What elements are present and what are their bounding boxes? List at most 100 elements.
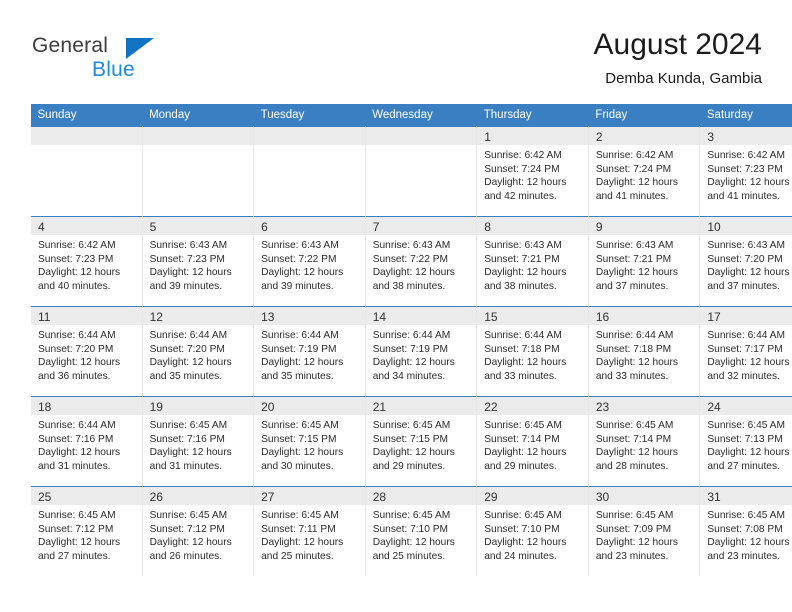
sunrise-text: Sunrise: 6:44 AM [707, 330, 785, 341]
day-number: 11 [38, 310, 51, 324]
sunrise-text: Sunrise: 6:44 AM [261, 330, 339, 341]
day-number: 15 [484, 310, 498, 324]
calendar-day-cell[interactable]: 29 Sunrise: 6:45 AM Sunset: 7:10 PM Dayligh… [476, 486, 589, 576]
calendar-day-cell[interactable]: 3 Sunrise: 6:42 AM Sunset: 7:23 PM Daylight… [699, 126, 792, 217]
calendar-day-cell[interactable]: 11 Sunrise: 6:44 AM Sunset: 7:20 PM Dayligh… [30, 306, 143, 397]
calendar-week-row: 4 Sunrise: 6:42 AM Sunset: 7:23 PM Daylight… [30, 216, 792, 307]
calendar-day-cell[interactable]: 2 Sunrise: 6:42 AM Sunset: 7:24 PM Daylight… [587, 126, 701, 217]
calendar-day-cell[interactable]: 19 Sunrise: 6:45 AM Sunset: 7:16 PM Dayligh… [141, 396, 255, 487]
day-number: 7 [372, 220, 380, 234]
day-details: Sunrise: 6:43 AM Sunset: 7:22 PM Daylight:… [366, 235, 477, 293]
day-number-band: 31 [700, 487, 792, 505]
day-number-band: 28 [365, 487, 477, 505]
calendar-day-cell[interactable]: 22 Sunrise: 6:45 AM Sunset: 7:14 PM Dayligh… [476, 396, 589, 487]
calendar-day-cell[interactable]: 21 Sunrise: 6:45 AM Sunset: 7:15 PM Dayligh… [364, 396, 478, 487]
day-number-band: 11 [31, 307, 142, 325]
day-number-band: 18 [31, 397, 142, 415]
daylight-text-line2: and 33 minutes. [484, 370, 557, 382]
day-cell-inner: 10 Sunrise: 6:43 AM Sunset: 7:20 PM Dayligh… [700, 217, 792, 306]
calendar-day-cell[interactable]: 17 Sunrise: 6:44 AM Sunset: 7:17 PM Dayligh… [699, 306, 792, 397]
daylight-text-line1: Daylight: 12 hours [372, 447, 455, 459]
day-number-band [31, 127, 142, 145]
calendar-day-cell[interactable]: 4 Sunrise: 6:42 AM Sunset: 7:23 PM Daylight… [30, 216, 143, 307]
calendar-day-cell[interactable]: 28 Sunrise: 6:45 AM Sunset: 7:10 PM Dayligh… [364, 486, 478, 576]
day-cell-inner: 16 Sunrise: 6:44 AM Sunset: 7:18 PM Dayligh… [588, 307, 700, 396]
day-number-band: 7 [365, 217, 477, 235]
daylight-text-line1: Daylight: 12 hours [261, 267, 344, 279]
day-details: Sunrise: 6:44 AM Sunset: 7:20 PM Daylight:… [143, 325, 254, 383]
calendar-day-cell[interactable]: 30 Sunrise: 6:45 AM Sunset: 7:09 PM Dayligh… [587, 486, 701, 576]
day-number-band: 22 [477, 397, 588, 415]
day-details: Sunrise: 6:42 AM Sunset: 7:23 PM Daylight:… [700, 145, 792, 203]
daylight-text-line2: and 41 minutes. [595, 190, 669, 202]
day-details: Sunrise: 6:44 AM Sunset: 7:18 PM Daylight:… [589, 325, 700, 383]
calendar-day-cell[interactable]: 12 Sunrise: 6:44 AM Sunset: 7:20 PM Dayligh… [141, 306, 255, 397]
calendar-day-cell[interactable]: 16 Sunrise: 6:44 AM Sunset: 7:18 PM Dayligh… [587, 306, 701, 397]
calendar-day-cell[interactable]: 8 Sunrise: 6:43 AM Sunset: 7:21 PM Daylight… [476, 216, 589, 307]
day-number: 31 [707, 490, 721, 504]
sunrise-text: Sunrise: 6:45 AM [484, 510, 562, 521]
calendar-day-cell[interactable]: 25 Sunrise: 6:45 AM Sunset: 7:12 PM Dayligh… [30, 486, 143, 576]
calendar-page: General Blue August 2024 Demba Kunda, Ga… [0, 0, 792, 612]
day-cell-inner: 21 Sunrise: 6:45 AM Sunset: 7:15 PM Dayligh… [365, 397, 477, 486]
daylight-text-line2: and 32 minutes. [707, 370, 780, 382]
calendar-day-cell[interactable]: 20 Sunrise: 6:45 AM Sunset: 7:15 PM Dayligh… [253, 396, 366, 487]
day-number-band: 26 [142, 487, 254, 505]
day-details: Sunrise: 6:45 AM Sunset: 7:09 PM Daylight:… [589, 505, 700, 563]
day-number-band: 9 [588, 217, 700, 235]
day-cell-inner [142, 127, 254, 216]
sunset-text: Sunset: 7:21 PM [484, 253, 560, 265]
weekday-header-thursday: Thursday [476, 104, 589, 127]
day-number: 4 [38, 220, 45, 234]
calendar-week-row: 18 Sunrise: 6:44 AM Sunset: 7:16 PM Dayligh… [30, 396, 792, 487]
calendar-day-cell[interactable]: 5 Sunrise: 6:43 AM Sunset: 7:23 PM Daylight… [141, 216, 255, 307]
weekday-header-friday: Friday [588, 104, 700, 127]
calendar-day-cell[interactable]: 31 Sunrise: 6:45 AM Sunset: 7:08 PM Dayligh… [699, 486, 792, 576]
calendar-day-cell[interactable]: 1 Sunrise: 6:42 AM Sunset: 7:24 PM Daylight… [476, 126, 589, 217]
calendar-day-cell[interactable]: 14 Sunrise: 6:44 AM Sunset: 7:19 PM Dayligh… [364, 306, 478, 397]
day-number-band: 4 [31, 217, 142, 235]
generalblue-logo[interactable]: General Blue [30, 26, 250, 86]
sunrise-text: Sunrise: 6:45 AM [707, 510, 785, 521]
calendar-day-cell[interactable]: 9 Sunrise: 6:43 AM Sunset: 7:21 PM Daylight… [587, 216, 701, 307]
calendar-day-cell[interactable]: 15 Sunrise: 6:44 AM Sunset: 7:18 PM Dayligh… [476, 306, 589, 397]
sunrise-text: Sunrise: 6:44 AM [38, 420, 116, 431]
sunrise-text: Sunrise: 6:45 AM [595, 510, 674, 521]
day-cell-inner: 22 Sunrise: 6:45 AM Sunset: 7:14 PM Dayligh… [477, 397, 588, 486]
daylight-text-line1: Daylight: 12 hours [484, 447, 567, 459]
calendar-day-cell[interactable]: 26 Sunrise: 6:45 AM Sunset: 7:12 PM Dayligh… [141, 486, 255, 576]
calendar-day-cell[interactable]: 18 Sunrise: 6:44 AM Sunset: 7:16 PM Dayligh… [30, 396, 143, 487]
day-details: Sunrise: 6:45 AM Sunset: 7:13 PM Daylight:… [700, 415, 792, 473]
calendar-day-cell[interactable]: 10 Sunrise: 6:43 AM Sunset: 7:20 PM Dayligh… [699, 216, 792, 307]
calendar-day-cell[interactable]: 6 Sunrise: 6:43 AM Sunset: 7:22 PM Daylight… [253, 216, 366, 307]
calendar-day-cell[interactable]: 27 Sunrise: 6:45 AM Sunset: 7:11 PM Dayligh… [253, 486, 366, 576]
day-number: 20 [261, 400, 275, 414]
calendar-day-cell-empty [141, 126, 255, 217]
day-number-band: 25 [31, 487, 142, 505]
day-cell-inner: 18 Sunrise: 6:44 AM Sunset: 7:16 PM Dayligh… [31, 397, 142, 486]
daylight-text-line1: Daylight: 12 hours [372, 357, 455, 369]
day-cell-inner: 20 Sunrise: 6:45 AM Sunset: 7:15 PM Dayligh… [254, 397, 365, 486]
day-number: 13 [261, 310, 275, 324]
day-number: 30 [595, 490, 610, 504]
sunset-text: Sunset: 7:23 PM [707, 163, 783, 175]
calendar-day-cell-empty [30, 126, 143, 217]
daylight-text-line1: Daylight: 12 hours [595, 357, 678, 369]
sunset-text: Sunset: 7:19 PM [261, 343, 337, 355]
calendar-day-cell[interactable]: 23 Sunrise: 6:45 AM Sunset: 7:14 PM Dayligh… [587, 396, 701, 487]
sunrise-text: Sunrise: 6:45 AM [261, 510, 339, 521]
day-cell-inner: 24 Sunrise: 6:45 AM Sunset: 7:13 PM Dayligh… [700, 397, 792, 486]
day-details: Sunrise: 6:43 AM Sunset: 7:23 PM Daylight:… [143, 235, 254, 293]
daylight-text-line1: Daylight: 12 hours [707, 357, 790, 369]
calendar-day-cell[interactable]: 24 Sunrise: 6:45 AM Sunset: 7:13 PM Dayligh… [699, 396, 792, 487]
calendar-day-cell[interactable]: 7 Sunrise: 6:43 AM Sunset: 7:22 PM Daylight… [364, 216, 478, 307]
calendar-day-cell[interactable]: 13 Sunrise: 6:44 AM Sunset: 7:19 PM Dayligh… [253, 306, 366, 397]
daylight-text-line2: and 31 minutes. [38, 460, 111, 472]
day-cell-inner: 30 Sunrise: 6:45 AM Sunset: 7:09 PM Dayligh… [588, 487, 700, 576]
sunrise-text: Sunrise: 6:45 AM [484, 420, 562, 431]
sunrise-text: Sunrise: 6:45 AM [707, 420, 785, 431]
daylight-text-line1: Daylight: 12 hours [149, 537, 232, 549]
day-details: Sunrise: 6:44 AM Sunset: 7:19 PM Daylight:… [254, 325, 365, 383]
logo-triangle-icon [126, 38, 154, 59]
daylight-text-line1: Daylight: 12 hours [707, 447, 790, 459]
